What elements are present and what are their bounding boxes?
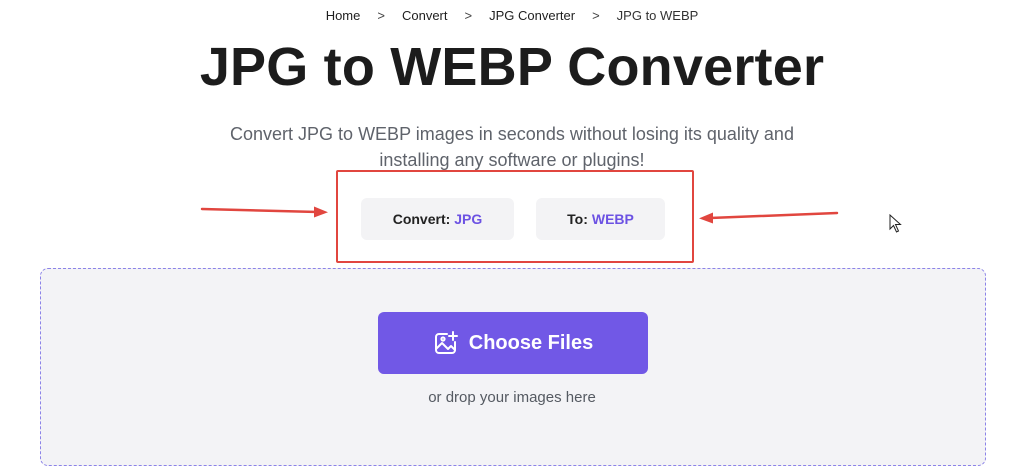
convert-from-label: Convert: — [392, 211, 451, 227]
breadcrumb-jpg-converter[interactable]: JPG Converter — [489, 8, 575, 23]
breadcrumb-home[interactable]: Home — [326, 8, 361, 23]
convert-to-value: WEBP — [591, 211, 634, 227]
page-title: JPG to WEBP Converter — [199, 37, 825, 97]
convert-from-selector[interactable]: Convert: JPG — [361, 198, 514, 240]
add-image-icon — [433, 330, 459, 356]
breadcrumb-separator: > — [592, 8, 600, 23]
subtitle-line-2: installing any software or plugins! — [379, 150, 645, 170]
annotation-arrow-right — [699, 211, 839, 224]
breadcrumb-current: JPG to WEBP — [616, 8, 699, 23]
convert-to-label: To: — [567, 211, 588, 227]
breadcrumb-separator: > — [464, 8, 473, 23]
convert-from-value: JPG — [454, 211, 483, 227]
convert-to-selector[interactable]: To: WEBP — [536, 198, 665, 240]
choose-files-button[interactable]: Choose Files — [378, 312, 648, 374]
breadcrumb-convert[interactable]: Convert — [402, 8, 448, 23]
annotation-arrow-left — [200, 206, 328, 218]
breadcrumb: Home > Convert > JPG Converter > JPG to WEBP — [0, 8, 1024, 23]
subtitle-line-1: Convert JPG to WEBP images in seconds wi… — [230, 124, 794, 144]
drop-hint-text: or drop your images here — [428, 389, 596, 406]
choose-files-label: Choose Files — [468, 331, 594, 354]
mouse-cursor-icon — [889, 214, 902, 233]
page-subtitle: Convert JPG to WEBP images in seconds wi… — [212, 121, 812, 173]
breadcrumb-separator: > — [377, 8, 385, 23]
